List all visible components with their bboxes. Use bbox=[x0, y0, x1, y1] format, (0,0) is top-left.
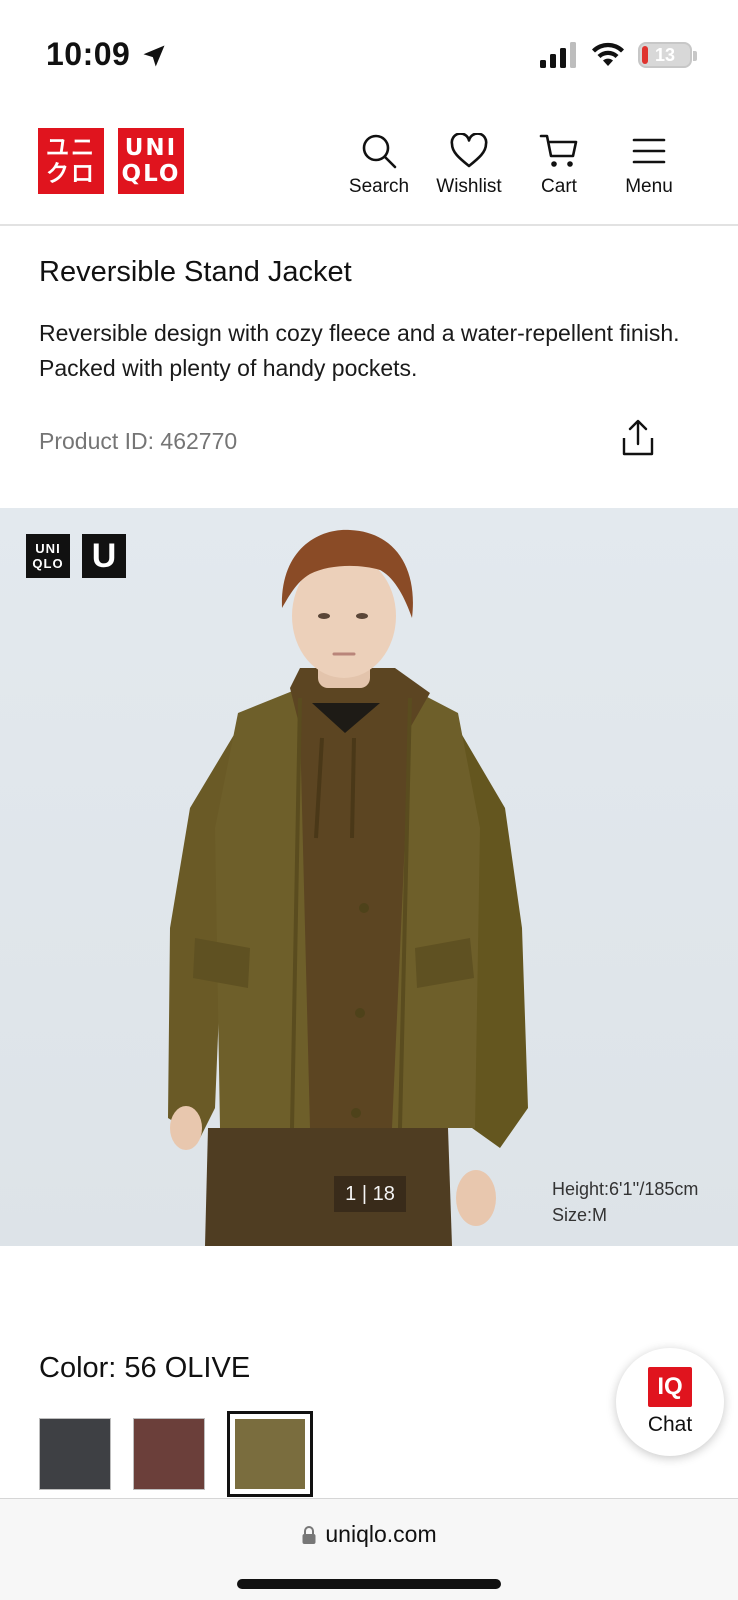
logo-katakana-bottom: クロ bbox=[46, 161, 96, 187]
model-info: Height:6'1''/185cm Size:M bbox=[552, 1176, 698, 1228]
header-nav: Search Wishlist Cart Menu bbox=[334, 130, 694, 198]
uniqlo-u-badge: U bbox=[82, 534, 126, 578]
browser-bar: uniqlo.com bbox=[0, 1498, 738, 1600]
search-button[interactable]: Search bbox=[334, 130, 424, 198]
cellular-signal-icon bbox=[540, 42, 576, 68]
iq-chat-icon: IQ bbox=[648, 1367, 692, 1407]
lock-icon bbox=[302, 1525, 316, 1544]
color-swatch-dark-gray[interactable] bbox=[39, 1418, 111, 1490]
image-counter: 1 | 18 bbox=[334, 1176, 406, 1212]
chat-label: Chat bbox=[647, 1413, 693, 1436]
search-label: Search bbox=[348, 176, 410, 197]
battery-nub bbox=[693, 51, 697, 61]
model-size: Size:M bbox=[552, 1205, 608, 1225]
status-icons: 13 bbox=[540, 42, 697, 68]
location-arrow-icon bbox=[143, 45, 165, 67]
url-text: uniqlo.com bbox=[325, 1521, 437, 1547]
address-bar[interactable]: uniqlo.com bbox=[0, 1521, 738, 1548]
battery-level: 13 bbox=[654, 44, 676, 65]
product-title: Reversible Stand Jacket bbox=[39, 256, 352, 288]
uniqlo-badge-bottom: QLO bbox=[32, 556, 64, 571]
cart-label: Cart bbox=[541, 176, 577, 197]
color-label: Color: 56 OLIVE bbox=[39, 1352, 251, 1384]
home-indicator[interactable] bbox=[237, 1579, 501, 1589]
hamburger-menu-icon bbox=[632, 138, 666, 164]
wifi-icon bbox=[592, 42, 624, 66]
site-header: ユニ クロ UNI QLO Search Wishlist Cart Menu bbox=[0, 110, 738, 226]
model-height: Height:6'1''/185cm bbox=[552, 1179, 699, 1199]
cart-button[interactable]: Cart bbox=[514, 130, 604, 198]
menu-button[interactable]: Menu bbox=[604, 130, 694, 198]
color-swatch-olive[interactable] bbox=[227, 1411, 313, 1497]
share-button[interactable] bbox=[620, 418, 656, 463]
search-icon bbox=[362, 134, 397, 169]
product-image-carousel[interactable]: UNI QLO U 1 | 18 Height:6'1''/185cm Size… bbox=[0, 508, 738, 1246]
product-page: 10:09 13 ユニ クロ UNI QLO Search Wishlist C… bbox=[0, 0, 738, 1600]
logo-katakana-top: ユニ bbox=[46, 135, 96, 161]
cart-icon bbox=[539, 134, 578, 167]
share-icon bbox=[622, 419, 654, 456]
product-id: Product ID: 462770 bbox=[39, 428, 238, 454]
color-swatch-brown[interactable] bbox=[133, 1418, 205, 1490]
logo-katakana: ユニ クロ bbox=[38, 128, 104, 194]
heart-icon bbox=[450, 133, 488, 168]
status-time: 10:09 bbox=[46, 36, 131, 72]
wishlist-button[interactable]: Wishlist bbox=[424, 130, 514, 198]
battery-indicator: 13 bbox=[638, 42, 697, 68]
uniqlo-badge-top: UNI bbox=[35, 541, 61, 556]
color-swatches bbox=[39, 1411, 313, 1497]
wishlist-label: Wishlist bbox=[436, 176, 502, 197]
logo-latin-bottom: QLO bbox=[121, 161, 181, 187]
logo-latin-top: UNI bbox=[124, 135, 178, 161]
product-photo bbox=[168, 529, 528, 1246]
uniqlo-badge: UNI QLO bbox=[26, 534, 70, 578]
product-description: Reversible design with cozy fleece and a… bbox=[39, 320, 680, 381]
menu-label: Menu bbox=[625, 176, 673, 197]
status-bar: 10:09 13 bbox=[0, 0, 738, 110]
logo-latin: UNI QLO bbox=[118, 128, 184, 194]
uniqlo-logo[interactable]: ユニ クロ UNI QLO bbox=[38, 128, 184, 194]
chat-button[interactable]: IQ Chat bbox=[616, 1348, 724, 1456]
